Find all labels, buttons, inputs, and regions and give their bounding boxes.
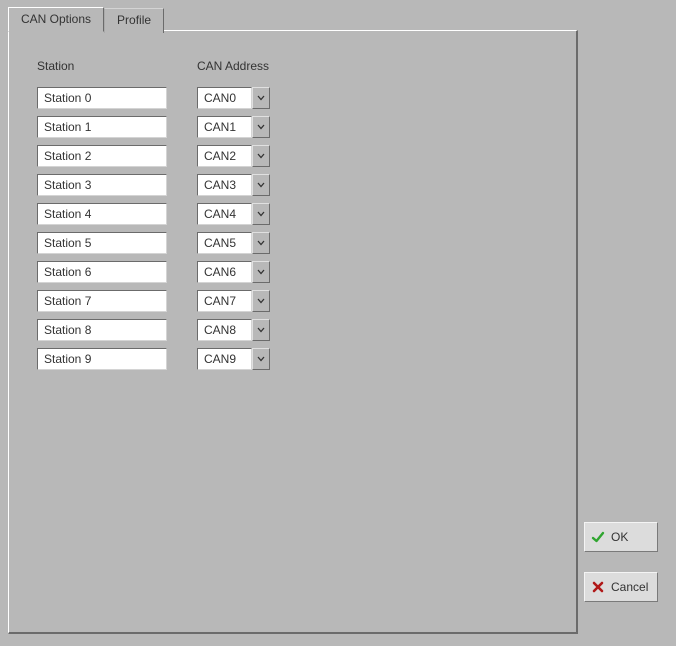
table-row: CAN0 (37, 87, 576, 109)
station-input[interactable] (37, 290, 167, 312)
chevron-down-icon[interactable] (252, 348, 270, 370)
chevron-down-icon[interactable] (252, 116, 270, 138)
can-address-value: CAN8 (197, 319, 252, 341)
station-input[interactable] (37, 174, 167, 196)
tab-strip: CAN Options Profile (8, 6, 668, 31)
chevron-down-icon[interactable] (252, 261, 270, 283)
panel-can-options: Station CAN Address CAN0 CAN1 CAN2 CAN3 CAN4… (8, 30, 578, 634)
table-row: CAN5 (37, 232, 576, 254)
can-address-value: CAN7 (197, 290, 252, 312)
can-address-select[interactable]: CAN9 (197, 348, 270, 370)
station-input[interactable] (37, 203, 167, 225)
ok-button-label: OK (611, 530, 628, 544)
can-address-value: CAN4 (197, 203, 252, 225)
chevron-down-icon[interactable] (252, 145, 270, 167)
station-input[interactable] (37, 87, 167, 109)
can-address-value: CAN0 (197, 87, 252, 109)
can-address-select[interactable]: CAN1 (197, 116, 270, 138)
can-address-value: CAN5 (197, 232, 252, 254)
station-input[interactable] (37, 232, 167, 254)
tab-profile[interactable]: Profile (104, 8, 164, 33)
column-headers: Station CAN Address (37, 59, 576, 73)
cancel-button-label: Cancel (611, 580, 648, 594)
rows-container: CAN0 CAN1 CAN2 CAN3 CAN4 CAN5 CAN6 CAN7 CAN8 CAN9 (37, 87, 576, 370)
chevron-down-icon[interactable] (252, 87, 270, 109)
header-can-address: CAN Address (197, 59, 269, 73)
table-row: CAN3 (37, 174, 576, 196)
can-address-select[interactable]: CAN4 (197, 203, 270, 225)
station-input[interactable] (37, 319, 167, 341)
can-address-select[interactable]: CAN3 (197, 174, 270, 196)
table-row: CAN8 (37, 319, 576, 341)
can-address-select[interactable]: CAN7 (197, 290, 270, 312)
ok-button[interactable]: OK (584, 522, 658, 552)
station-input[interactable] (37, 116, 167, 138)
chevron-down-icon[interactable] (252, 174, 270, 196)
can-address-select[interactable]: CAN8 (197, 319, 270, 341)
can-address-value: CAN1 (197, 116, 252, 138)
table-row: CAN2 (37, 145, 576, 167)
header-station: Station (37, 59, 197, 73)
can-address-value: CAN2 (197, 145, 252, 167)
dialog: CAN Options Profile Station CAN Address … (8, 6, 668, 638)
table-row: CAN6 (37, 261, 576, 283)
can-address-select[interactable]: CAN0 (197, 87, 270, 109)
station-input[interactable] (37, 348, 167, 370)
table-row: CAN7 (37, 290, 576, 312)
can-address-select[interactable]: CAN5 (197, 232, 270, 254)
check-icon (591, 530, 605, 544)
can-address-value: CAN6 (197, 261, 252, 283)
chevron-down-icon[interactable] (252, 319, 270, 341)
chevron-down-icon[interactable] (252, 203, 270, 225)
station-input[interactable] (37, 145, 167, 167)
can-address-select[interactable]: CAN2 (197, 145, 270, 167)
tab-can-options[interactable]: CAN Options (8, 7, 104, 32)
dialog-buttons: OK Cancel (584, 522, 658, 622)
cross-icon (591, 580, 605, 594)
table-row: CAN9 (37, 348, 576, 370)
chevron-down-icon[interactable] (252, 232, 270, 254)
cancel-button[interactable]: Cancel (584, 572, 658, 602)
table-row: CAN1 (37, 116, 576, 138)
station-input[interactable] (37, 261, 167, 283)
can-address-value: CAN9 (197, 348, 252, 370)
can-address-value: CAN3 (197, 174, 252, 196)
table-row: CAN4 (37, 203, 576, 225)
chevron-down-icon[interactable] (252, 290, 270, 312)
can-address-select[interactable]: CAN6 (197, 261, 270, 283)
